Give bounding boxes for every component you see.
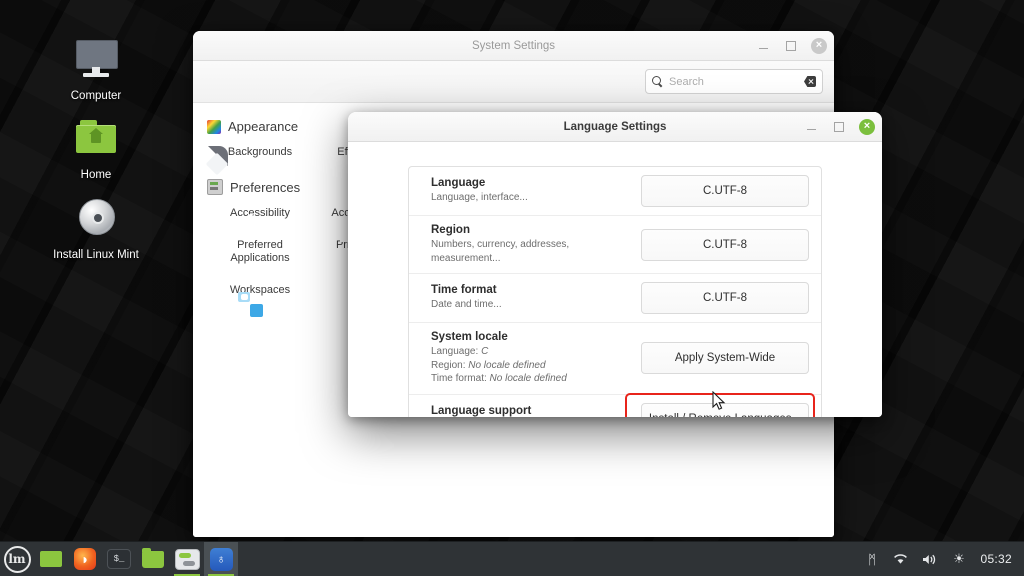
row-subtitle: Date and time... [431, 298, 631, 312]
computer-icon [72, 38, 120, 84]
install-remove-languages-button[interactable]: Install / Remove Languages... [641, 403, 809, 418]
network-wifi-icon[interactable] [893, 549, 908, 569]
system-tray: ᛗ ☀ 05:32 [864, 549, 1024, 569]
region-value-button[interactable]: C.UTF-8 [641, 229, 809, 261]
row-title: Language support [431, 405, 631, 417]
section-title: Preferences [230, 180, 300, 195]
volume-icon[interactable] [922, 549, 937, 569]
language-settings-list: Language Language, interface... C.UTF-8 … [408, 166, 822, 417]
clock[interactable]: 05:32 [980, 552, 1012, 566]
taskbar-show-desktop[interactable] [34, 542, 68, 576]
language-settings-dialog[interactable]: Language Settings × Language Language, i… [348, 112, 882, 417]
row-system-locale: System locale Language: C Region: No loc… [409, 323, 821, 395]
language-settings-window-controls[interactable]: × [803, 112, 875, 141]
search-placeholder: Search [669, 76, 798, 88]
language-settings-content: Language Language, interface... C.UTF-8 … [348, 142, 882, 417]
desktop-icon-label: Home [81, 169, 112, 181]
search-input[interactable]: Search [645, 69, 823, 94]
row-title: System locale [431, 331, 631, 343]
language-value-button[interactable]: C.UTF-8 [641, 175, 809, 207]
system-settings-icon [175, 549, 200, 570]
language-settings-titlebar[interactable]: Language Settings × [348, 112, 882, 142]
row-language-support: Language support 23 languages installed … [409, 395, 821, 418]
search-icon [652, 76, 663, 87]
row-title: Language [431, 177, 631, 189]
close-icon: × [816, 40, 822, 51]
row-title: Time format [431, 284, 631, 296]
wifi-glyph [893, 553, 908, 565]
system-settings-toolbar: Search [193, 61, 834, 103]
taskbar-menu-button[interactable]: lm [0, 542, 34, 576]
desktop-icon-computer[interactable]: Computer [41, 38, 151, 103]
system-settings-titlebar[interactable]: System Settings × [193, 31, 834, 61]
language-settings-title: Language Settings [348, 121, 882, 133]
row-time-format: Time format Date and time... C.UTF-8 [409, 274, 821, 323]
desktop-icon-install-linux-mint[interactable]: Install Linux Mint [41, 197, 151, 262]
language-settings-icon: ♁ [210, 548, 233, 571]
desktop-icon-label: Install Linux Mint [53, 249, 139, 261]
show-desktop-icon [40, 551, 62, 567]
taskbar-files[interactable] [136, 542, 170, 576]
taskbar[interactable]: lm ◗ $_ ♁ ᛗ [0, 541, 1024, 576]
taskbar-language-settings[interactable]: ♁ [204, 542, 238, 576]
row-text: Language support 23 languages installed [431, 405, 641, 417]
row-text: System locale Language: C Region: No loc… [431, 331, 641, 386]
row-subtitle-lines: Language: C Region: No locale defined Ti… [431, 345, 631, 386]
row-text: Region Numbers, currency, addresses, mea… [431, 224, 641, 265]
locale-line-region: Region: No locale defined [431, 359, 631, 373]
row-region: Region Numbers, currency, addresses, mea… [409, 216, 821, 274]
brightness-icon[interactable]: ☀ [951, 549, 966, 569]
section-title: Appearance [228, 119, 298, 134]
minimize-button[interactable] [803, 119, 819, 135]
row-text: Time format Date and time... [431, 284, 641, 312]
close-button[interactable]: × [859, 119, 875, 135]
close-icon: × [864, 121, 870, 132]
taskbar-launchers: lm ◗ $_ ♁ [0, 542, 238, 576]
firefox-icon: ◗ [74, 548, 96, 570]
system-settings-window-controls[interactable]: × [755, 31, 827, 60]
row-title: Region [431, 224, 631, 236]
settings-item-accessibility[interactable]: Accessibility [213, 201, 307, 228]
time-format-value-button[interactable]: C.UTF-8 [641, 282, 809, 314]
volume-glyph [922, 553, 937, 566]
locale-line-language: Language: C [431, 345, 631, 359]
close-button[interactable]: × [811, 38, 827, 54]
taskbar-system-settings[interactable] [170, 542, 204, 576]
preferences-icon [207, 179, 223, 195]
settings-item-backgrounds[interactable]: Backgrounds [213, 140, 307, 167]
clear-search-icon[interactable] [804, 76, 816, 87]
settings-item-label: Backgrounds [228, 146, 292, 158]
row-language: Language Language, interface... C.UTF-8 [409, 167, 821, 216]
row-subtitle: Language, interface... [431, 191, 631, 205]
appearance-icon [207, 120, 221, 134]
cd-disc-icon [72, 197, 120, 243]
desktop-icon-label: Computer [71, 90, 122, 102]
settings-item-workspaces[interactable]: Workspaces [213, 278, 307, 305]
settings-item-label: Accessibility [230, 207, 290, 219]
screen: Computer Home Install Linux Mint System … [0, 0, 1024, 576]
minimize-button[interactable] [755, 38, 771, 54]
apply-system-wide-button[interactable]: Apply System-Wide [641, 342, 809, 374]
mint-logo-icon: lm [4, 546, 31, 573]
maximize-button[interactable] [783, 38, 799, 54]
terminal-icon: $_ [107, 549, 131, 569]
files-folder-icon [142, 551, 164, 568]
bluetooth-icon[interactable]: ᛗ [864, 549, 879, 569]
system-settings-title: System Settings [193, 40, 834, 52]
home-folder-icon [72, 117, 120, 163]
maximize-button[interactable] [831, 119, 847, 135]
settings-item-preferred-applications[interactable]: Preferred Applications [213, 233, 307, 274]
desktop-icon-home[interactable]: Home [41, 117, 151, 182]
taskbar-firefox[interactable]: ◗ [68, 542, 102, 576]
row-subtitle: Numbers, currency, addresses, measuremen… [431, 238, 631, 265]
locale-line-time-format: Time format: No locale defined [431, 372, 631, 386]
settings-item-label: Preferred Applications [230, 239, 289, 264]
taskbar-terminal[interactable]: $_ [102, 542, 136, 576]
row-text: Language Language, interface... [431, 177, 641, 205]
